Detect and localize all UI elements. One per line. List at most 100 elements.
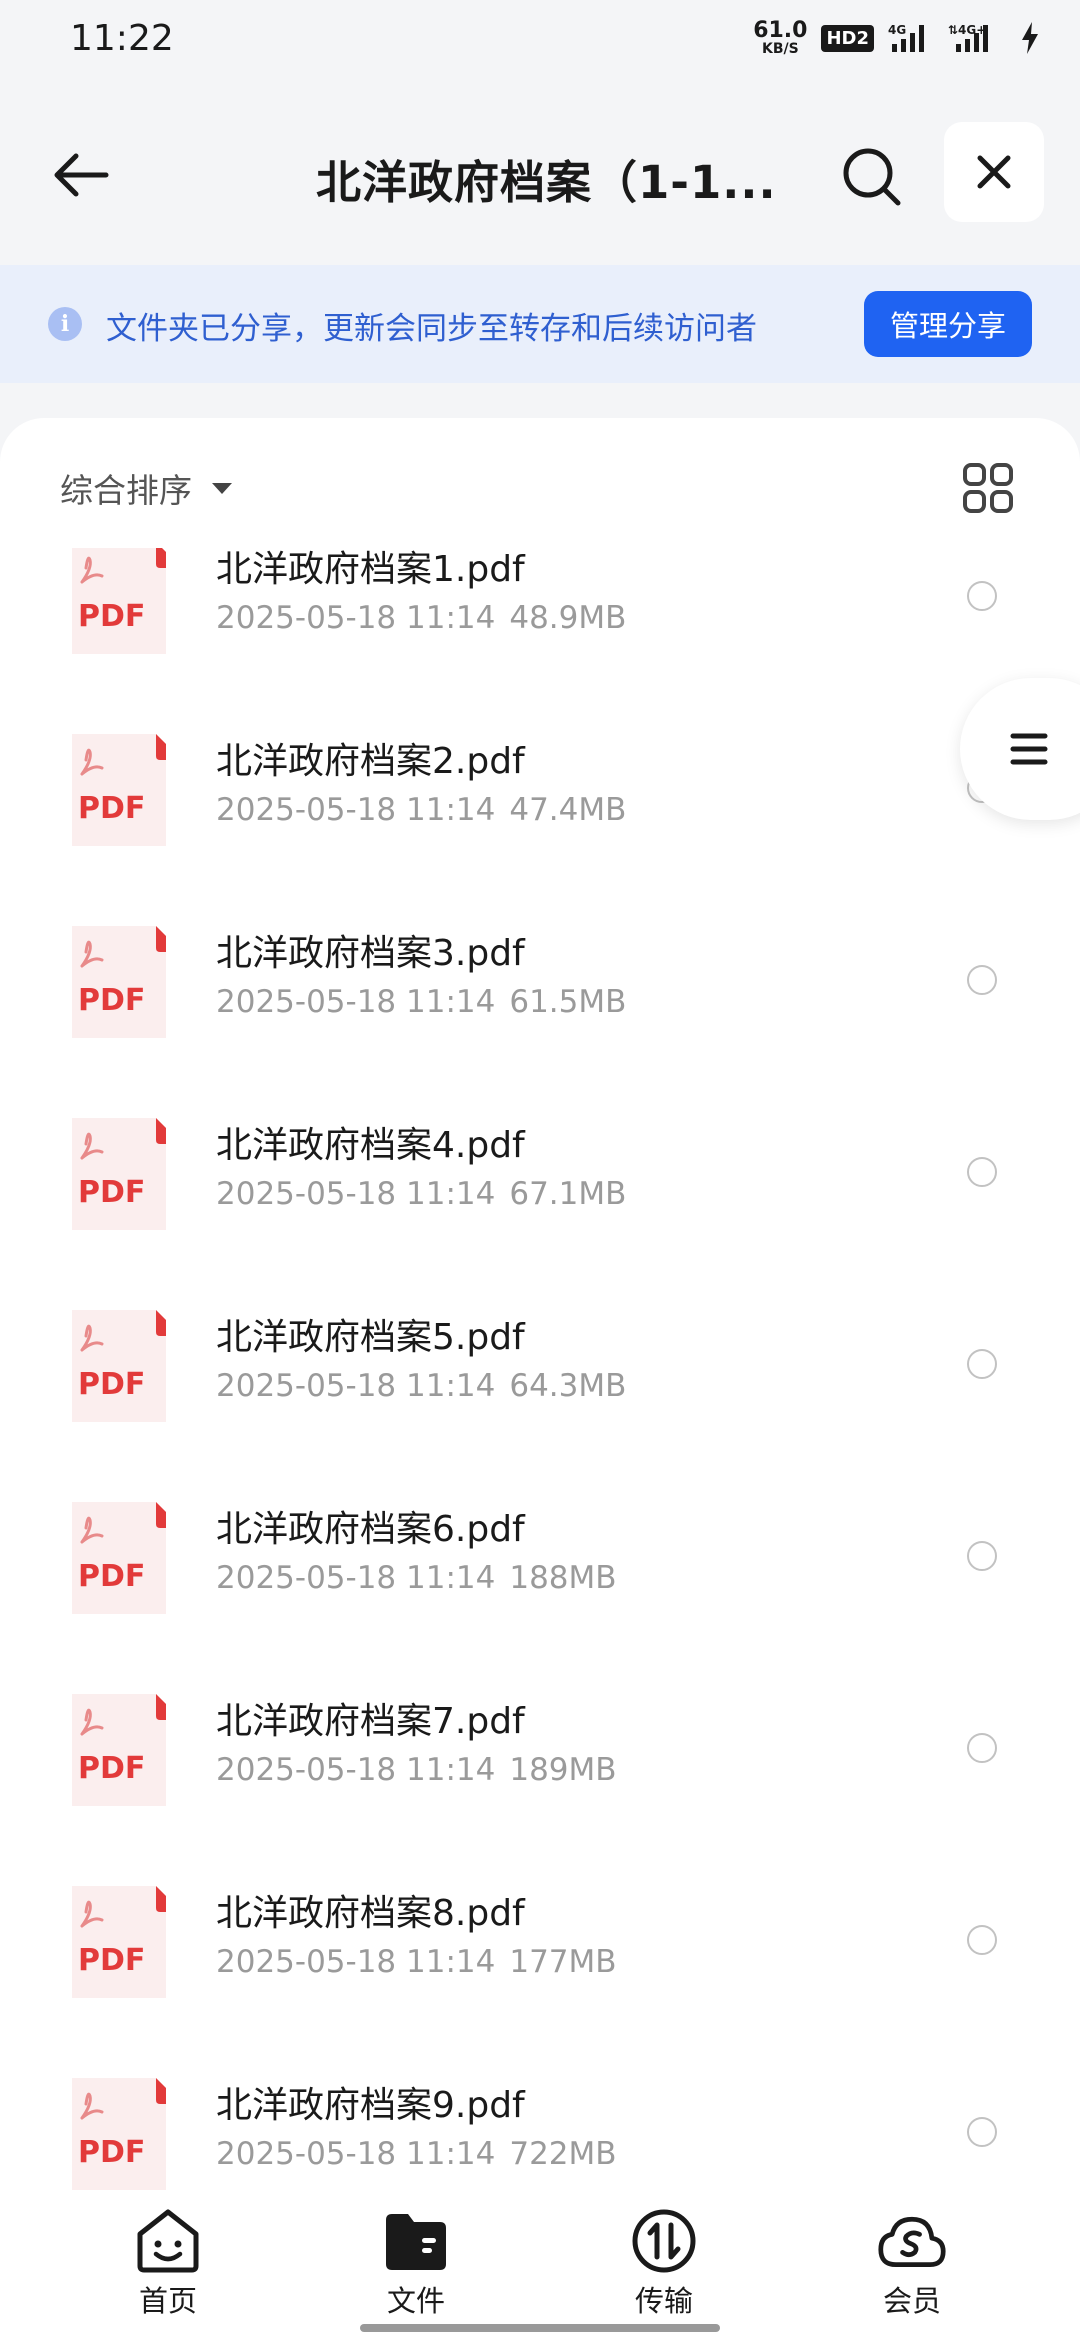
- pdf-type-label: PDF: [78, 1943, 145, 1978]
- nav-vip-label: 会员: [882, 2284, 941, 2318]
- charging-icon: [1022, 22, 1038, 54]
- sort-dropdown[interactable]: 综合排序: [60, 464, 232, 512]
- file-size: 48.9MB: [509, 600, 627, 636]
- pdf-file-icon: PDF: [72, 926, 166, 1038]
- file-size: 47.4MB: [509, 792, 627, 828]
- nav-transfer[interactable]: 传输: [584, 2206, 744, 2326]
- pdf-file-icon: PDF: [72, 734, 166, 846]
- file-row[interactable]: PDF 北洋政府档案5.pdf 2025-05-18 11:14 64.3MB: [0, 1264, 1080, 1456]
- file-date: 2025-05-18 11:14: [216, 1176, 496, 1212]
- menu-icon: [1010, 733, 1048, 765]
- nav-home[interactable]: 首页: [88, 2206, 248, 2326]
- file-size: 189MB: [509, 1752, 617, 1788]
- file-list[interactable]: PDF 北洋政府档案1.pdf 2025-05-18 11:14 48.9MB PDF 北…: [0, 548, 1080, 2198]
- nav-files[interactable]: 文件: [336, 2206, 496, 2326]
- file-row[interactable]: PDF 北洋政府档案1.pdf 2025-05-18 11:14 48.9MB: [0, 548, 1080, 688]
- file-meta: 2025-05-18 11:14 48.9MB: [216, 600, 626, 636]
- file-date: 2025-05-18 11:14: [216, 1944, 496, 1980]
- file-meta: 2025-05-18 11:14 64.3MB: [216, 1368, 626, 1404]
- file-meta: 2025-05-18 11:14 67.1MB: [216, 1176, 626, 1212]
- svg-text:⇅4G+: ⇅4G+: [948, 23, 986, 37]
- search-button[interactable]: [835, 140, 909, 214]
- nav-transfer-label: 传输: [634, 2284, 693, 2318]
- file-panel: 综合排序 PDF 北洋政府档案1.pdf 2025-05-18 11:14 48.9M…: [0, 418, 1080, 2198]
- file-date: 2025-05-18 11:14: [216, 792, 496, 828]
- file-meta: 2025-05-18 11:14 47.4MB: [216, 792, 626, 828]
- file-date: 2025-05-18 11:14: [216, 1560, 496, 1596]
- sort-label: 综合排序: [60, 471, 192, 510]
- info-icon: i: [48, 307, 82, 341]
- select-radio[interactable]: [967, 2117, 997, 2147]
- pdf-type-label: PDF: [78, 599, 145, 634]
- signal-4g-icon: 4G: [888, 23, 924, 52]
- share-notice-text: 文件夹已分享，更新会同步至转存和后续访问者: [106, 311, 757, 347]
- file-name: 北洋政府档案7.pdf: [216, 1701, 525, 1742]
- file-date: 2025-05-18 11:14: [216, 2136, 496, 2172]
- manage-share-button[interactable]: 管理分享: [864, 291, 1032, 357]
- hd-voice-icon: HD2: [821, 24, 874, 52]
- grid-view-button[interactable]: [962, 462, 1014, 514]
- file-row[interactable]: PDF 北洋政府档案9.pdf 2025-05-18 11:14 722MB: [0, 2032, 1080, 2198]
- file-date: 2025-05-18 11:14: [216, 1752, 496, 1788]
- file-date: 2025-05-18 11:14: [216, 600, 496, 636]
- select-radio[interactable]: [967, 1157, 997, 1187]
- bottom-navigation: 首页 文件 传输 会员: [0, 2198, 1080, 2340]
- pdf-type-label: PDF: [78, 983, 145, 1018]
- pdf-type-label: PDF: [78, 1367, 145, 1402]
- status-time: 11:22: [70, 18, 174, 59]
- file-size: 64.3MB: [509, 1368, 627, 1404]
- home-face-icon: [133, 2206, 203, 2276]
- svg-text:4G: 4G: [888, 23, 906, 37]
- file-name: 北洋政府档案8.pdf: [216, 1893, 525, 1934]
- nav-vip[interactable]: 会员: [832, 2206, 992, 2326]
- file-date: 2025-05-18 11:14: [216, 984, 496, 1020]
- file-meta: 2025-05-18 11:14 188MB: [216, 1560, 617, 1596]
- file-size: 722MB: [509, 2136, 617, 2172]
- header: 北洋政府档案（1-1...: [0, 120, 1080, 230]
- status-icons: 61.0 KB/S HD2 4G ⇅4G+: [753, 20, 1040, 56]
- pdf-file-icon: PDF: [72, 1118, 166, 1230]
- transfer-icon: [629, 2206, 699, 2276]
- file-meta: 2025-05-18 11:14 189MB: [216, 1752, 617, 1788]
- file-name: 北洋政府档案5.pdf: [216, 1317, 525, 1358]
- file-size: 61.5MB: [509, 984, 627, 1020]
- select-radio[interactable]: [967, 1733, 997, 1763]
- page-title: 北洋政府档案（1-1...: [316, 156, 777, 209]
- network-speed-value: 61.0: [753, 18, 808, 43]
- pdf-file-icon: PDF: [72, 1886, 166, 1998]
- file-date: 2025-05-18 11:14: [216, 1368, 496, 1404]
- network-speed-indicator: 61.0 KB/S: [753, 18, 808, 57]
- pdf-file-icon: PDF: [72, 1310, 166, 1422]
- pdf-type-label: PDF: [78, 2135, 145, 2170]
- home-indicator: [360, 2324, 720, 2332]
- file-meta: 2025-05-18 11:14 177MB: [216, 1944, 617, 1980]
- file-size: 188MB: [509, 1560, 617, 1596]
- back-button[interactable]: [40, 140, 120, 210]
- file-row[interactable]: PDF 北洋政府档案2.pdf 2025-05-18 11:14 47.4MB: [0, 688, 1080, 880]
- file-size: 67.1MB: [509, 1176, 627, 1212]
- network-speed-unit: KB/S: [761, 41, 799, 57]
- select-radio[interactable]: [967, 1925, 997, 1955]
- pdf-type-label: PDF: [78, 791, 145, 826]
- file-row[interactable]: PDF 北洋政府档案8.pdf 2025-05-18 11:14 177MB: [0, 1840, 1080, 2032]
- file-row[interactable]: PDF 北洋政府档案4.pdf 2025-05-18 11:14 67.1MB: [0, 1072, 1080, 1264]
- file-name: 北洋政府档案6.pdf: [216, 1509, 525, 1550]
- file-row[interactable]: PDF 北洋政府档案3.pdf 2025-05-18 11:14 61.5MB: [0, 880, 1080, 1072]
- caret-down-icon: [212, 482, 232, 494]
- select-radio[interactable]: [967, 1349, 997, 1379]
- pdf-type-label: PDF: [78, 1175, 145, 1210]
- close-button[interactable]: [944, 122, 1044, 222]
- pdf-type-label: PDF: [78, 1751, 145, 1786]
- select-radio[interactable]: [967, 965, 997, 995]
- close-icon: [977, 155, 1011, 189]
- back-arrow-icon: [54, 153, 109, 197]
- pdf-file-icon: PDF: [72, 548, 166, 654]
- signal-4g-plus-icon: ⇅4G+: [948, 23, 988, 52]
- file-row[interactable]: PDF 北洋政府档案7.pdf 2025-05-18 11:14 189MB: [0, 1648, 1080, 1840]
- pdf-file-icon: PDF: [72, 1694, 166, 1806]
- pdf-file-icon: PDF: [72, 1502, 166, 1614]
- file-row[interactable]: PDF 北洋政府档案6.pdf 2025-05-18 11:14 188MB: [0, 1456, 1080, 1648]
- select-radio[interactable]: [967, 581, 997, 611]
- select-radio[interactable]: [967, 1541, 997, 1571]
- file-size: 177MB: [509, 1944, 617, 1980]
